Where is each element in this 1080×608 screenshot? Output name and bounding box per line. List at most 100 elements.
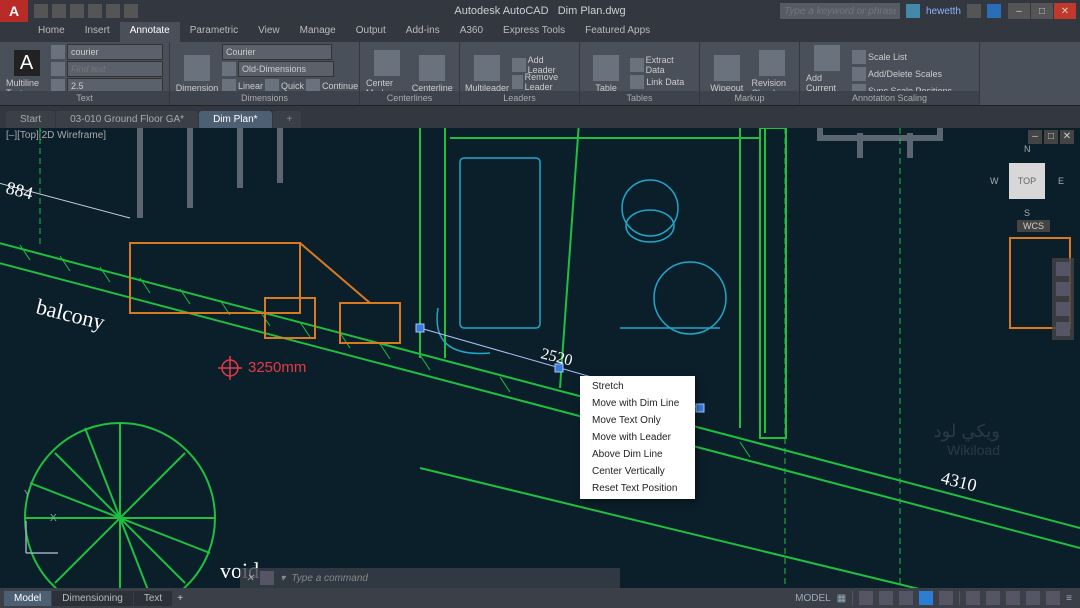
panel-label: Text [0,91,169,105]
workspace-icon[interactable] [986,591,1000,605]
menu-tab-output[interactable]: Output [346,22,396,42]
dim-4310: 4310 [939,467,979,495]
qat-undo-icon[interactable] [88,4,102,18]
user-label[interactable]: hewetth [926,6,961,17]
help-search-input[interactable] [780,3,900,19]
qat-print-icon[interactable] [124,4,138,18]
layout-tab-text[interactable]: Text [134,591,172,606]
dim-text-context-menu: StretchMove with Dim LineMove Text OnlyM… [580,376,695,499]
dim-font-combo[interactable] [222,44,332,60]
file-tab[interactable]: Start [6,111,55,128]
link-data-button[interactable]: Link Data [630,74,693,90]
help-icon[interactable] [987,4,1001,18]
customize-status-icon[interactable]: ≡ [1066,593,1072,604]
nav-wheel-icon[interactable] [1056,262,1070,276]
table-icon [593,55,619,81]
watermark: ويكي لود Wikiload [934,421,1000,458]
ribbon-tabs: HomeInsertAnnotateParametricViewManageOu… [0,22,1080,42]
snap-icon[interactable] [859,591,873,605]
text-a-icon: A [14,50,40,76]
menu-tab-add-ins[interactable]: Add-ins [396,22,450,42]
drawing-viewport[interactable]: [–][Top][2D Wireframe] – □ ✕ [0,128,1080,588]
add-scale-icon [814,45,840,71]
ctx-item-center-vertically[interactable]: Center Vertically [580,463,695,480]
sign-in-icon[interactable] [906,4,920,18]
ctx-item-stretch[interactable]: Stretch [580,378,695,395]
new-tab-button[interactable]: + [273,111,301,128]
qat-open-icon[interactable] [52,4,66,18]
scale-list-button[interactable]: Scale List [852,49,952,65]
viewcube[interactable]: N E S W TOP [992,146,1062,216]
remove-leader-icon [512,75,523,89]
extract-data-button[interactable]: Extract Data [630,57,693,73]
dimstyle-icon [222,62,236,76]
qat-redo-icon[interactable] [106,4,120,18]
menu-tab-view[interactable]: View [248,22,290,42]
panel-label: Leaders [460,91,579,105]
exchange-icon[interactable] [967,4,981,18]
menu-tab-featured-apps[interactable]: Featured Apps [575,22,660,42]
nav-zoom-icon[interactable] [1056,302,1070,316]
add-layout-button[interactable]: + [172,593,188,604]
file-tab[interactable]: Dim Plan* [199,111,271,128]
status-bar: ModelDimensioningText + MODEL ▦ ≡ [0,588,1080,608]
layout-tab-dimensioning[interactable]: Dimensioning [52,591,133,606]
maximize-button[interactable]: □ [1031,3,1053,19]
dimension-icon [184,55,210,81]
ortho-icon[interactable] [879,591,893,605]
remove-leader-button[interactable]: Remove Leader [512,74,573,90]
status-model-label[interactable]: MODEL [795,593,831,604]
ctx-item-move-with-dim-line[interactable]: Move with Dim Line [580,395,695,412]
command-line[interactable]: ✕ ▾ Type a command [240,568,620,588]
osnap-icon[interactable] [919,591,933,605]
compass-w[interactable]: W [990,176,999,186]
minimize-button[interactable]: – [1008,3,1030,19]
nav-orbit-icon[interactable] [1056,322,1070,336]
nav-pan-icon[interactable] [1056,282,1070,296]
center-mark-icon [374,50,400,76]
polar-icon[interactable] [899,591,913,605]
text-font-combo[interactable] [67,44,163,60]
add-leader-button[interactable]: Add Leader [512,57,573,73]
compass-n[interactable]: N [1024,144,1031,154]
wcs-toggle[interactable]: WCS [1017,220,1050,232]
compass-s[interactable]: S [1024,208,1030,218]
menu-tab-insert[interactable]: Insert [75,22,120,42]
ribbon: A Multiline Text Text Dimension Linear Q… [0,42,1080,106]
dim-3250: 3250mm [248,359,306,376]
close-button[interactable]: ✕ [1054,3,1076,19]
find-text-input[interactable] [67,61,163,77]
panel-label: Tables [580,91,699,105]
add-leader-icon [512,58,526,72]
cmd-prompt-icon [260,571,274,585]
cmd-close-icon[interactable]: ✕ [246,573,254,584]
qat-new-icon[interactable] [34,4,48,18]
menu-tab-express-tools[interactable]: Express Tools [493,22,575,42]
menu-tab-home[interactable]: Home [28,22,75,42]
compass-e[interactable]: E [1058,176,1064,186]
ctx-item-above-dim-line[interactable]: Above Dim Line [580,446,695,463]
dim-style-combo[interactable] [238,61,334,77]
qat-save-icon[interactable] [70,4,84,18]
menu-tab-a360[interactable]: A360 [450,22,493,42]
ucs-icon[interactable]: YX [22,517,62,560]
scale-list-icon [852,50,866,64]
otrack-icon[interactable] [939,591,953,605]
dim-2520[interactable]: 2520 [539,345,574,369]
ctx-item-move-with-leader[interactable]: Move with Leader [580,429,695,446]
app-logo[interactable]: A [0,0,28,22]
ctx-item-move-text-only[interactable]: Move Text Only [580,412,695,429]
add-delete-scales-button[interactable]: Add/Delete Scales [852,66,952,82]
viewcube-face[interactable]: TOP [1009,163,1045,199]
layout-tab-model[interactable]: Model [4,591,51,606]
ctx-item-reset-text-position[interactable]: Reset Text Position [580,480,695,497]
file-tab[interactable]: 03-010 Ground Floor GA* [56,111,198,128]
status-grid-icon[interactable]: ▦ [837,593,846,604]
hardware-icon[interactable] [1026,591,1040,605]
clean-screen-icon[interactable] [1046,591,1060,605]
isolate-icon[interactable] [1006,591,1020,605]
menu-tab-parametric[interactable]: Parametric [180,22,248,42]
annoscale-icon[interactable] [966,591,980,605]
menu-tab-manage[interactable]: Manage [290,22,346,42]
menu-tab-annotate[interactable]: Annotate [120,22,180,42]
